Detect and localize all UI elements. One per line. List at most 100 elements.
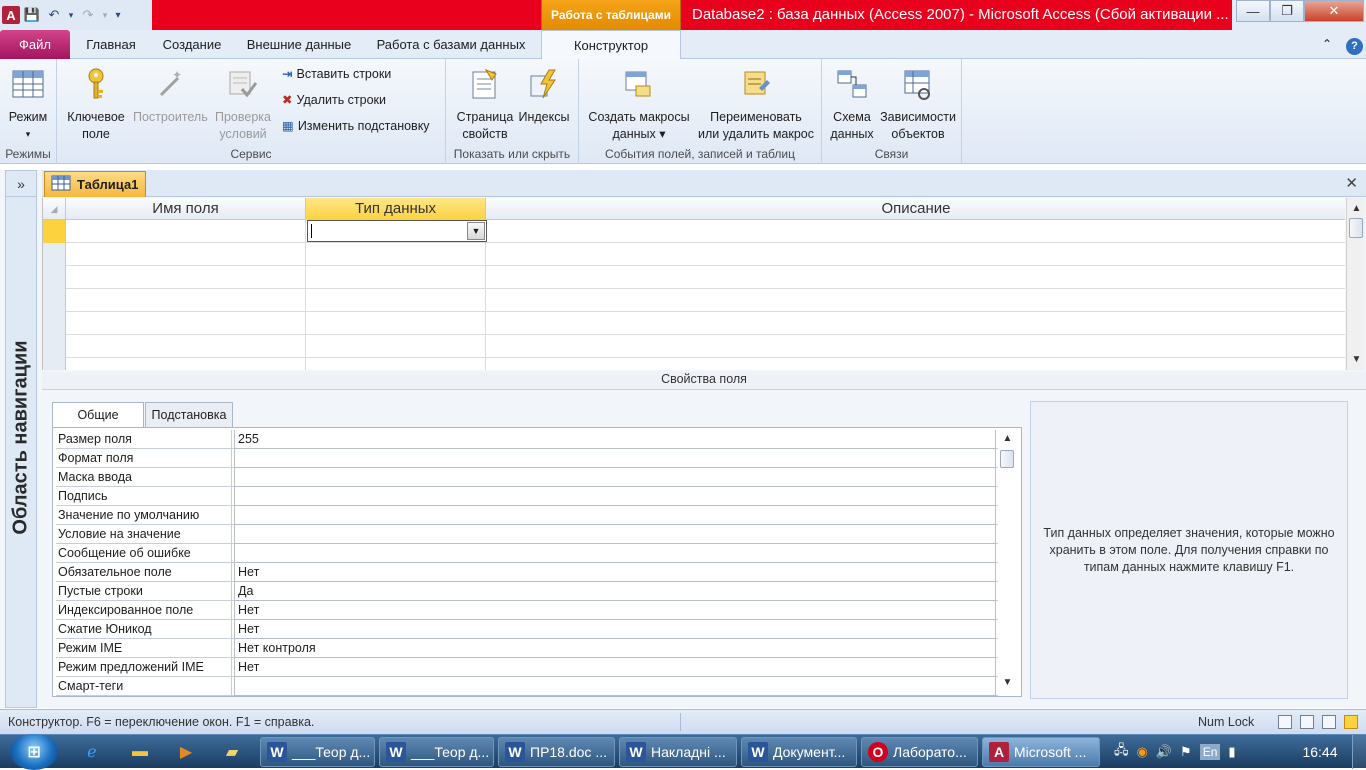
document-tab[interactable]: Таблица1 — [44, 171, 146, 197]
close-document-icon[interactable]: ✕ — [1345, 174, 1358, 192]
tab-lookup[interactable]: Подстановка — [145, 402, 233, 427]
undo-icon[interactable]: ↶ — [44, 4, 64, 26]
property-value[interactable] — [234, 544, 996, 563]
ie-icon[interactable]: ℯ — [78, 739, 106, 765]
property-row[interactable]: Значение по умолчанию — [56, 506, 998, 525]
grid-scrollbar[interactable]: ▲ ▼ — [1346, 198, 1365, 370]
property-value[interactable]: 255 — [234, 430, 996, 449]
start-button[interactable]: ⊞ — [10, 734, 58, 770]
column-header-data-type[interactable]: Тип данных — [306, 198, 486, 220]
tab-general[interactable]: Общие — [52, 402, 144, 428]
create-data-macros-button[interactable]: Создать макросы данных ▾ — [583, 65, 695, 143]
property-value[interactable] — [234, 506, 996, 525]
property-value[interactable]: Нет — [234, 563, 996, 582]
network-icon[interactable]: 🖧 — [1114, 741, 1129, 763]
taskbar-item-word[interactable]: W ПР18.doc ... — [498, 737, 615, 767]
clock[interactable]: 16:44 — [1296, 735, 1344, 769]
properties-scrollbar[interactable]: ▲ ▼ — [998, 430, 1018, 692]
property-value[interactable] — [234, 449, 996, 468]
scroll-thumb[interactable] — [1000, 450, 1014, 468]
maximize-button[interactable]: ❐ — [1270, 0, 1304, 22]
data-type-cell[interactable] — [306, 266, 486, 289]
property-row[interactable]: Режим IME Нет контроля — [56, 639, 998, 658]
language-indicator[interactable]: En — [1199, 744, 1221, 760]
tab-home[interactable]: Главная — [78, 30, 144, 59]
field-name-cell[interactable] — [66, 335, 306, 358]
data-type-cell[interactable] — [306, 243, 486, 266]
taskbar-item-opera[interactable]: O Лаборато... — [861, 737, 978, 767]
builder-button[interactable]: ✦ Построитель — [133, 65, 208, 126]
tab-database-tools[interactable]: Работа с базами данных — [368, 30, 534, 59]
indexes-button[interactable]: Индексы — [516, 65, 572, 126]
grid-row[interactable] — [43, 335, 1345, 358]
property-row[interactable]: Формат поля — [56, 449, 998, 468]
tab-constructor[interactable]: Конструктор — [541, 30, 681, 60]
scroll-up-icon[interactable]: ▲ — [998, 430, 1017, 447]
view-button[interactable]: Режим ▾ — [4, 65, 52, 143]
datasheet-view-icon[interactable] — [1278, 715, 1292, 729]
insert-rows-button[interactable]: ⇥ Вставить строки — [282, 64, 391, 84]
tab-external-data[interactable]: Внешние данные — [240, 30, 358, 59]
property-value[interactable] — [234, 525, 996, 544]
modify-lookup-button[interactable]: ▦ Изменить подстановку — [282, 116, 430, 136]
media-player-icon[interactable]: ▶ — [172, 739, 200, 765]
field-name-cell[interactable] — [66, 266, 306, 289]
property-row[interactable]: Смарт-теги — [56, 677, 998, 696]
row-selector[interactable] — [43, 312, 66, 335]
row-selector[interactable] — [43, 358, 66, 370]
property-value[interactable]: Да — [234, 582, 996, 601]
delete-rows-button[interactable]: ✖ Удалить строки — [282, 90, 386, 110]
minimize-button[interactable]: — — [1236, 0, 1270, 22]
description-cell[interactable] — [486, 312, 1345, 335]
row-selector[interactable] — [43, 243, 66, 266]
data-type-cell[interactable] — [306, 289, 486, 312]
property-row[interactable]: Режим предложений IME Нет — [56, 658, 998, 677]
minimize-ribbon-icon[interactable]: ⌃ — [1316, 30, 1338, 59]
pivot-chart-view-icon[interactable] — [1322, 715, 1336, 729]
grid-row[interactable] — [43, 312, 1345, 335]
pivot-table-view-icon[interactable] — [1300, 715, 1314, 729]
taskbar-item-access[interactable]: A Microsoft ... — [982, 737, 1100, 767]
explorer-icon[interactable]: ▬ — [126, 739, 154, 765]
flag-icon[interactable]: ⚑ — [1180, 744, 1192, 760]
property-value[interactable]: Нет — [234, 601, 996, 620]
scroll-thumb[interactable] — [1349, 218, 1363, 238]
rename-delete-macro-button[interactable]: Переименовать или удалить макрос — [693, 65, 819, 143]
combobox-dropdown-icon[interactable]: ▼ — [467, 222, 485, 240]
grid-row[interactable] — [43, 220, 1345, 243]
row-selector[interactable] — [43, 266, 66, 289]
description-cell[interactable] — [486, 289, 1345, 312]
data-type-cell[interactable] — [306, 312, 486, 335]
row-selector[interactable] — [43, 289, 66, 312]
close-button[interactable]: ✕ — [1304, 0, 1364, 22]
battery-icon[interactable]: ▮ — [1228, 744, 1235, 760]
tab-file[interactable]: Файл — [0, 30, 70, 59]
column-header-field-name[interactable]: Имя поля — [66, 198, 306, 220]
show-desktop-button[interactable] — [1352, 735, 1366, 769]
description-cell[interactable] — [486, 243, 1345, 266]
property-row[interactable]: Сжатие Юникод Нет — [56, 620, 998, 639]
property-value[interactable]: Нет — [234, 658, 996, 677]
field-name-cell[interactable] — [66, 312, 306, 335]
grid-corner[interactable]: ◢ — [43, 198, 66, 220]
undo-dropdown-icon[interactable]: ▾ — [66, 4, 76, 26]
scroll-down-icon[interactable]: ▼ — [1347, 351, 1366, 368]
property-value[interactable]: Нет — [234, 620, 996, 639]
property-row[interactable]: Условие на значение — [56, 525, 998, 544]
property-row[interactable]: Размер поля 255 — [56, 430, 998, 449]
redo-dropdown-icon[interactable]: ▾ — [100, 4, 110, 26]
row-selector[interactable] — [43, 335, 66, 358]
taskbar-item-word[interactable]: W ___Теор д... — [379, 737, 494, 767]
field-name-cell[interactable] — [66, 358, 306, 370]
customize-qat-icon[interactable]: ▾ — [112, 4, 124, 26]
navigation-pane[interactable]: » Область навигации — [5, 170, 37, 708]
property-value[interactable] — [234, 468, 996, 487]
primary-key-button[interactable]: Ключевое поле — [61, 65, 131, 143]
description-cell[interactable] — [486, 335, 1345, 358]
folder-icon[interactable]: ▰ — [218, 739, 246, 765]
property-row[interactable]: Индексированное поле Нет — [56, 601, 998, 620]
grid-row[interactable] — [43, 358, 1345, 370]
property-value[interactable]: Нет контроля — [234, 639, 996, 658]
relationships-button[interactable]: Схема данных — [826, 65, 878, 143]
save-icon[interactable]: 💾 — [22, 4, 42, 26]
